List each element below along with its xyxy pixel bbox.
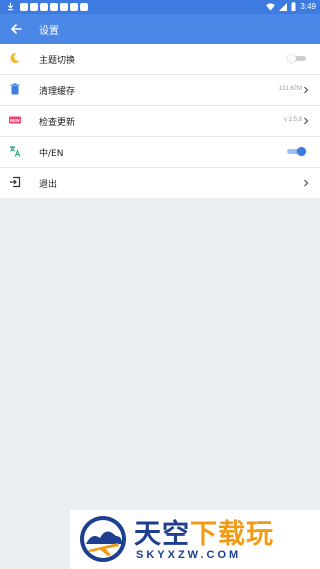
page-title: 设置 [39, 26, 59, 37]
language-toggle[interactable] [287, 147, 306, 156]
setting-label: 检查更新 [39, 118, 76, 128]
airplane-logo-icon [80, 516, 126, 562]
chevron-right-icon [304, 86, 309, 94]
back-arrow-icon[interactable] [8, 21, 24, 37]
toggle-knob [287, 54, 296, 63]
setting-label: 清理缓存 [39, 87, 76, 97]
setting-logout[interactable]: 退出 [0, 168, 320, 198]
settings-list: 主题切换 清理缓存 121.67M NEW 检查更新 v 2.5.8 中/EN … [0, 44, 320, 198]
notification-icon [30, 2, 38, 11]
notification-icon [50, 2, 58, 11]
theme-toggle[interactable] [287, 54, 306, 63]
setting-label: 中/EN [39, 149, 64, 159]
moon-icon [10, 53, 20, 64]
watermark-logo: 天空下载玩 SKYXZW.COM [70, 510, 320, 569]
setting-clear-cache[interactable]: 清理缓存 121.67M [0, 75, 320, 106]
new-badge-icon: NEW [9, 116, 21, 124]
battery-icon [291, 2, 296, 11]
notification-icon [70, 2, 78, 11]
status-bar: 3:49 [0, 0, 320, 14]
watermark-domain: SKYXZW.COM [136, 549, 242, 561]
watermark-main: 天空 [134, 519, 190, 550]
setting-label: 退出 [39, 180, 58, 190]
cache-size: 121.67M [278, 86, 302, 92]
svg-text:NEW: NEW [10, 118, 20, 123]
clock: 3:49 [300, 2, 316, 11]
notification-icons [6, 2, 88, 11]
chevron-right-icon [304, 179, 309, 187]
exit-icon [10, 176, 21, 188]
app-version: v 2.5.8 [283, 117, 302, 123]
wifi-icon [266, 2, 276, 11]
setting-language[interactable]: 中/EN [0, 137, 320, 168]
notification-icon [60, 2, 68, 11]
watermark-title: 天空下载玩 [134, 512, 274, 551]
download-icon [7, 2, 14, 11]
setting-label: 主题切换 [39, 56, 76, 66]
notification-icon [20, 2, 28, 11]
signal-icon [279, 2, 288, 11]
chevron-right-icon [304, 117, 309, 125]
system-icons: 3:49 [266, 2, 316, 11]
watermark-accent: 下载玩 [190, 519, 274, 550]
toggle-knob [297, 147, 306, 156]
setting-theme-switch[interactable]: 主题切换 [0, 44, 320, 75]
notification-icon [40, 2, 48, 11]
translate-icon [9, 146, 21, 157]
trash-icon [10, 83, 20, 95]
setting-check-update[interactable]: NEW 检查更新 v 2.5.8 [0, 106, 320, 137]
notification-icon [80, 2, 88, 11]
app-bar: 设置 [0, 14, 320, 44]
